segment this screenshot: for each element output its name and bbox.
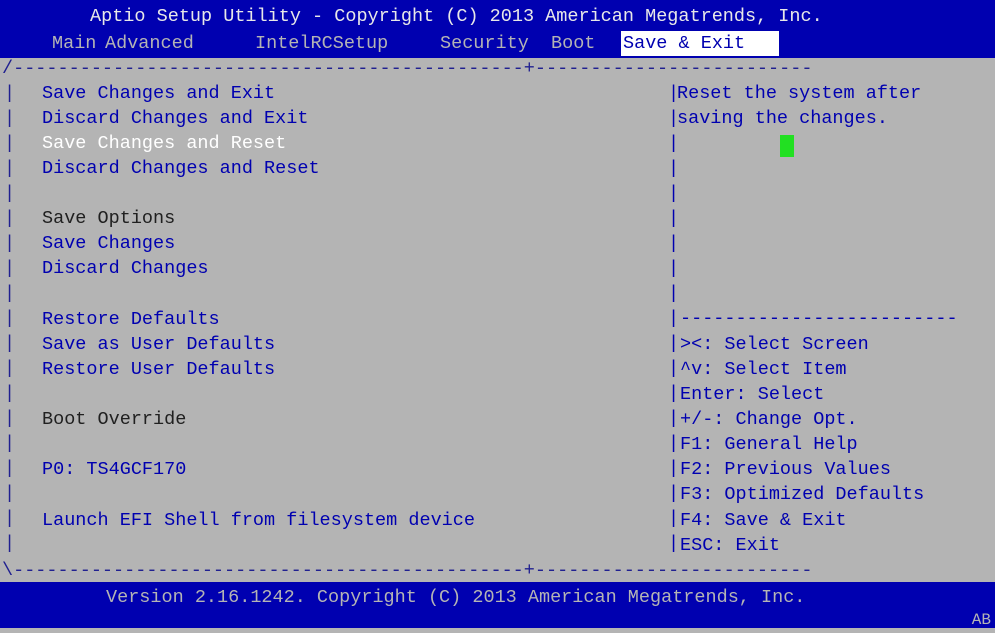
tab-advanced[interactable]: Advanced [105,31,194,56]
key-help-f4: F4: Save & Exit [680,510,847,531]
menu-save-changes[interactable]: Save Changes [42,231,175,256]
tab-save-exit[interactable]: Save & Exit [621,31,779,56]
key-help-f3: F3: Optimized Defaults [680,484,925,505]
menu-launch-efi-shell[interactable]: Launch EFI Shell from filesystem device [42,508,475,533]
app-title: Aptio Setup Utility - Copyright (C) 2013… [90,6,823,27]
key-help-f1: F1: General Help [680,434,858,455]
tab-intelrcsetup[interactable]: IntelRCSetup [255,31,388,56]
tab-boot[interactable]: Boot [551,31,595,56]
menu-restore-defaults[interactable]: Restore Defaults [42,307,220,332]
tab-security[interactable]: Security [440,31,529,56]
menu-restore-user-defaults[interactable]: Restore User Defaults [42,357,275,382]
left-border: | | | | | | | | | | | | | | | | | | | [4,83,16,554]
menu-boot-p0[interactable]: P0: TS4GCF170 [42,457,186,482]
footer-version: Version 2.16.1242. Copyright (C) 2013 Am… [106,587,806,608]
help-description-line-1: Reset the system after [677,83,922,104]
key-help-esc: ESC: Exit [680,535,780,556]
menu-discard-changes-and-reset[interactable]: Discard Changes and Reset [42,156,320,181]
menu-save-as-user-defaults[interactable]: Save as User Defaults [42,332,275,357]
key-help-change-opt: +/-: Change Opt. [680,409,858,430]
menu-save-changes-and-reset[interactable]: Save Changes and Reset [42,131,286,156]
key-help-select-item: ^v: Select Item [680,359,847,380]
footer-corner-label: AB [971,611,991,629]
tab-main[interactable]: Main [52,31,96,56]
key-help-f2: F2: Previous Values [680,459,891,480]
help-separator: ------------------------- [680,308,958,329]
section-boot-override: Boot Override [42,409,187,430]
help-description-line-2: saving the changes. [677,108,888,129]
key-help-enter: Enter: Select [680,384,825,405]
bottom-border: \---------------------------------------… [2,560,813,581]
text-cursor [780,135,794,157]
help-divider: | | | | | | | | | | | | | | | | | | | [668,83,680,554]
menu-save-changes-and-exit[interactable]: Save Changes and Exit [42,81,275,106]
key-help-select-screen: ><: Select Screen [680,334,869,355]
section-save-options: Save Options [42,208,176,229]
menu-discard-changes-and-exit[interactable]: Discard Changes and Exit [42,106,308,131]
menu-discard-changes[interactable]: Discard Changes [42,256,209,281]
top-border: /---------------------------------------… [2,58,813,79]
